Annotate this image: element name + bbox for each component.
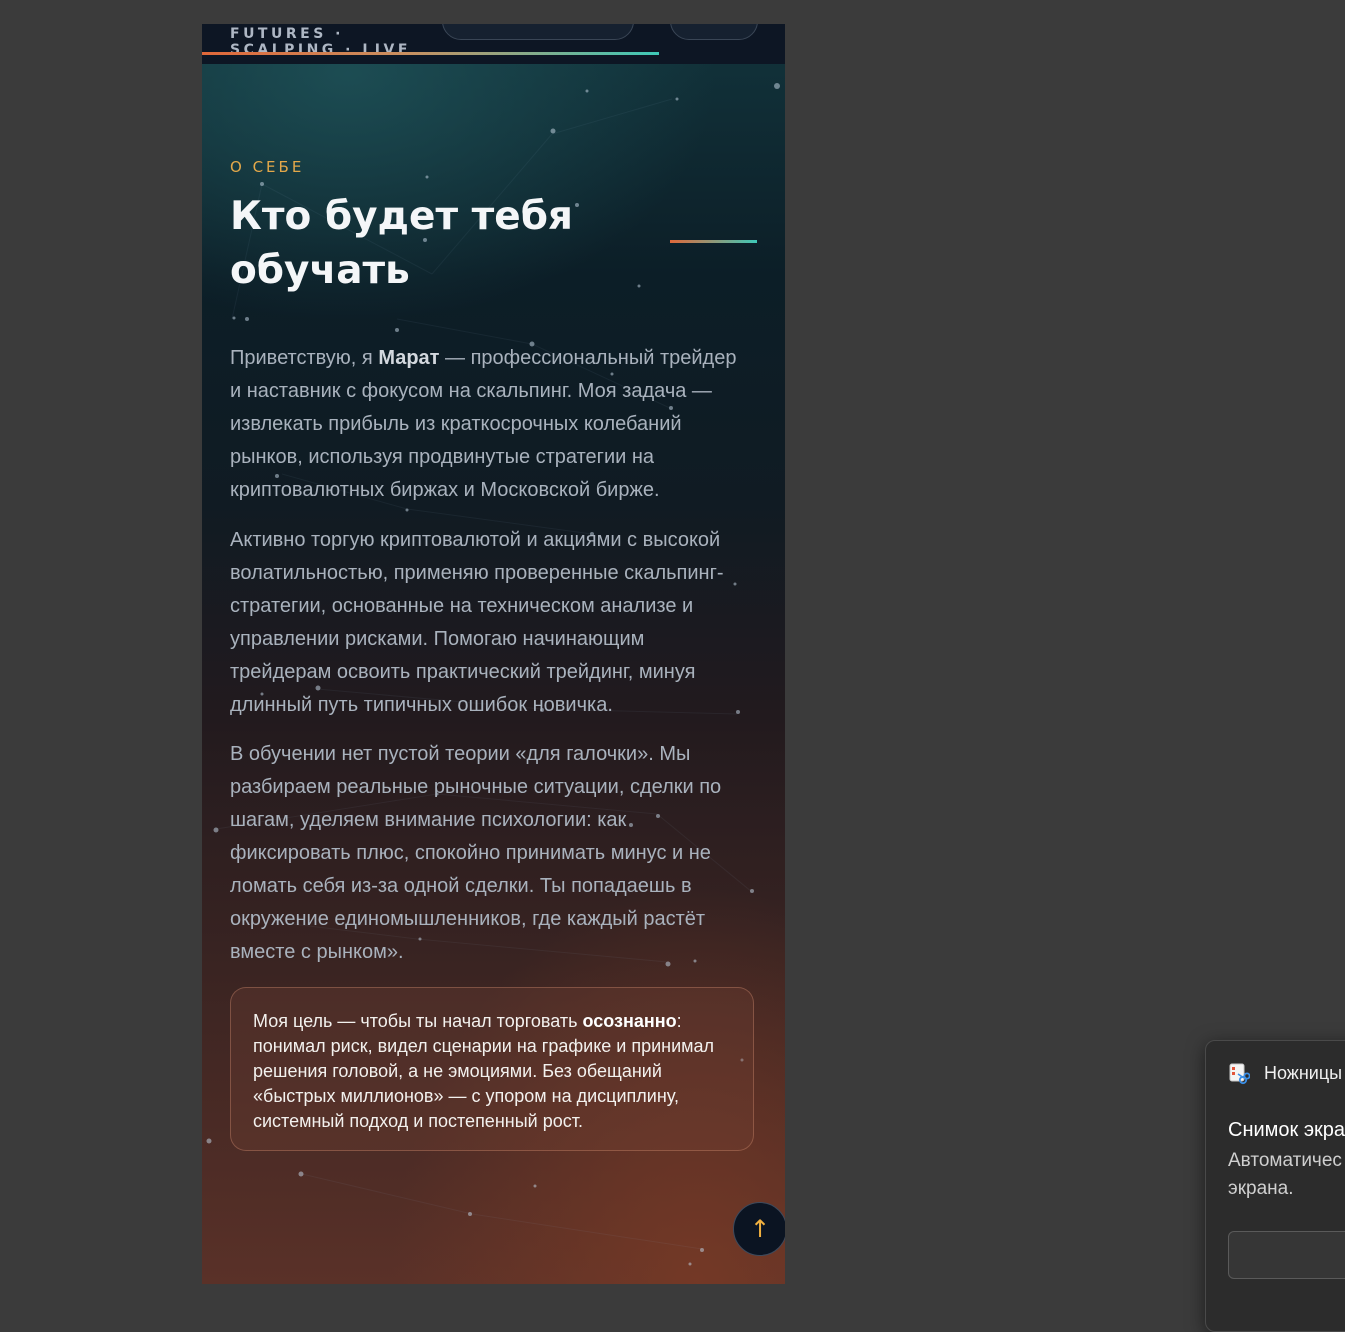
section-eyebrow: О СЕБЕ (230, 158, 305, 176)
nav-menu-button[interactable] (670, 24, 758, 40)
about-paragraph-2: Активно торгую криптовалютой и акциями с… (230, 529, 724, 716)
author-name: Марат (378, 347, 440, 369)
brand-underline-accent (202, 52, 659, 55)
arrow-up-icon: ↑ (749, 1215, 771, 1243)
notification-app-name: Ножницы (1264, 1063, 1343, 1083)
title-accent-line (670, 240, 757, 243)
snipping-tool-notification[interactable]: Ножницы Снимок экра Автоматичес экрана. (1205, 1040, 1345, 1332)
p1-rest-text: — профессиональный трейдер и наставник с… (230, 347, 737, 501)
goal-callout-card: Моя цель — чтобы ты начал торговать осоз… (230, 987, 754, 1151)
notification-body: Автоматичес экрана. (1228, 1150, 1342, 1199)
section-title: Кто будет тебя обучать (230, 194, 573, 293)
nav-cta-button[interactable] (442, 24, 634, 40)
scissors-app-icon (1229, 1063, 1250, 1085)
scroll-to-top-button[interactable]: ↑ (733, 1202, 785, 1256)
callout-text: Моя цель — чтобы ты начал торговать осоз… (253, 1009, 731, 1134)
about-paragraph-1: Приветствую, я Марат — профессиональный … (230, 342, 750, 507)
top-navigation-bar: FUTURES · SCALPING · LIVE (202, 24, 785, 64)
callout-bold-word: осознанно (582, 1011, 677, 1031)
p1-intro-text: Приветствую, я (230, 347, 379, 369)
page-viewport: FUTURES · SCALPING · LIVE О СЕБЕ Кто буд… (202, 24, 785, 1284)
about-paragraph-3: В обучении нет пустой теории «для галочк… (230, 743, 722, 963)
callout-intro-text: Моя цель — чтобы ты начал торговать (253, 1011, 583, 1031)
notification-action-button[interactable] (1228, 1231, 1345, 1279)
notification-title: Снимок экра (1228, 1119, 1345, 1141)
